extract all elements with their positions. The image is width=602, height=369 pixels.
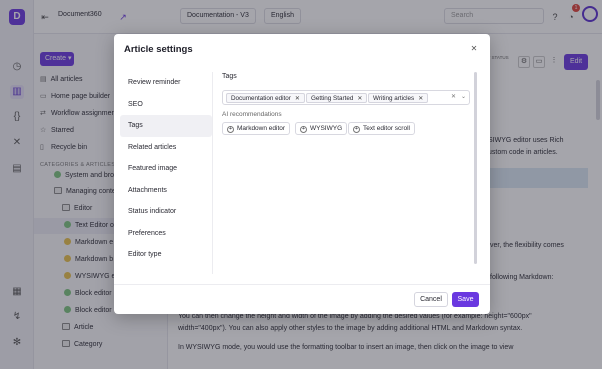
nav-related-articles[interactable]: Related articles	[120, 137, 212, 159]
cancel-button[interactable]: Cancel	[414, 292, 448, 307]
dialog-title: Article settings	[124, 44, 193, 55]
nav-divider	[212, 72, 213, 274]
add-icon: +	[227, 126, 234, 133]
remove-tag-icon[interactable]: ✕	[295, 96, 300, 102]
footer-divider	[114, 284, 490, 285]
recommendation-chip[interactable]: + Markdown editor	[222, 122, 291, 135]
nav-tags[interactable]: Tags	[120, 115, 212, 137]
tag-chip: Getting Started ✕	[306, 93, 368, 103]
ai-recommendations-label: AI recommendations	[222, 111, 282, 118]
dialog-scrollbar[interactable]	[474, 72, 477, 264]
nav-editor-type[interactable]: Editor type	[120, 244, 212, 266]
clear-tags-icon[interactable]: ✕	[451, 93, 456, 100]
nav-status-indicator[interactable]: Status indicator	[120, 201, 212, 223]
nav-attachments[interactable]: Attachments	[120, 180, 212, 202]
tags-heading: Tags	[222, 73, 237, 80]
recommendation-chip[interactable]: + Text editor scroll	[348, 122, 415, 135]
remove-tag-icon[interactable]: ✕	[418, 96, 423, 102]
save-button[interactable]: Save	[452, 292, 479, 307]
close-icon[interactable]: ✕	[469, 44, 479, 54]
chevron-down-icon[interactable]: ⌄	[461, 93, 466, 100]
remove-tag-icon[interactable]: ✕	[357, 96, 362, 102]
nav-seo[interactable]: SEO	[120, 94, 212, 116]
tags-input[interactable]: Documentation editor ✕ Getting Started ✕ W…	[222, 90, 470, 105]
nav-review-reminder[interactable]: Review reminder	[120, 72, 212, 94]
nav-featured-image[interactable]: Featured image	[120, 158, 212, 180]
add-icon: +	[353, 126, 360, 133]
article-settings-dialog: Article settings ✕ Review reminder SEO T…	[114, 34, 490, 314]
recommendation-chip[interactable]: + WYSIWYG	[295, 122, 348, 135]
settings-nav: Review reminder SEO Tags Related article…	[120, 72, 212, 266]
add-icon: +	[300, 126, 307, 133]
tag-chip: Writing articles ✕	[368, 93, 429, 103]
tag-chip: Documentation editor ✕	[226, 93, 305, 103]
nav-preferences[interactable]: Preferences	[120, 223, 212, 245]
